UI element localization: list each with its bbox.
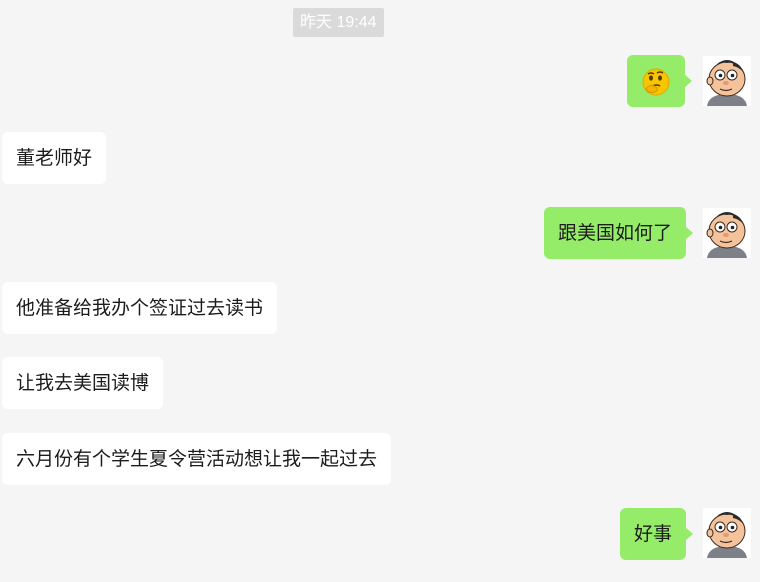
cartoon-boy-avatar-icon <box>703 56 751 106</box>
timestamp-badge: 昨天 19:44 <box>293 8 384 37</box>
cartoon-boy-avatar-icon <box>703 508 751 558</box>
cartoon-boy-avatar-icon <box>703 208 751 258</box>
my-avatar[interactable] <box>703 56 751 106</box>
outgoing-message-bubble[interactable]: 好事 <box>619 508 694 560</box>
outgoing-message-bubble[interactable] <box>627 55 692 107</box>
outgoing-message-bubble[interactable]: 跟美国如何了 <box>543 207 694 259</box>
incoming-message-bubble[interactable]: 董老师好 <box>2 132 107 184</box>
incoming-message-bubble[interactable]: 六月份有个学生夏令营活动想让我一起过去 <box>2 433 392 485</box>
my-avatar[interactable] <box>703 508 751 558</box>
thinking-face-emoji-icon <box>641 65 671 95</box>
incoming-message-bubble[interactable]: 让我去美国读博 <box>2 357 164 409</box>
my-avatar[interactable] <box>703 208 751 258</box>
incoming-message-bubble[interactable]: 他准备给我办个签证过去读书 <box>2 282 278 334</box>
